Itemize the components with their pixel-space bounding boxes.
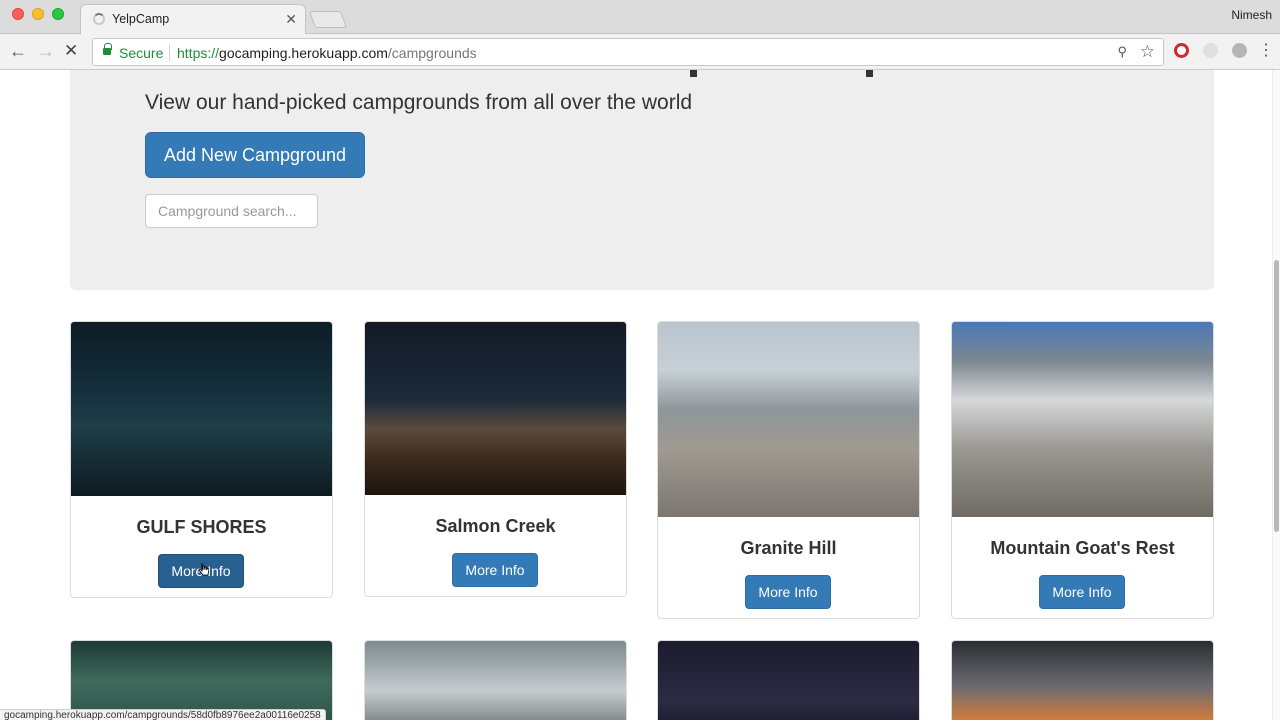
campground-card [364, 640, 627, 720]
browser-tab[interactable]: YelpCamp ✕ [80, 4, 306, 34]
url-scheme: https:// [177, 45, 220, 61]
forward-icon[interactable]: → [37, 41, 55, 62]
page-viewport: View our hand-picked campgrounds from al… [0, 70, 1272, 720]
lead-text: View our hand-picked campgrounds from al… [145, 91, 693, 114]
key-icon[interactable]: ⚲ [1117, 44, 1127, 60]
heading-fragment [866, 70, 873, 77]
campground-name: Salmon Creek [435, 516, 556, 536]
campground-card [951, 640, 1214, 720]
add-campground-button[interactable]: Add New Campground [145, 132, 365, 178]
star-icon[interactable]: ☆ [1140, 42, 1155, 62]
profile-name[interactable]: Nimesh [1231, 8, 1272, 22]
campground-image[interactable] [71, 322, 332, 496]
scrollbar-thumb[interactable] [1274, 260, 1279, 532]
page-scrollbar[interactable] [1272, 70, 1280, 720]
window-maximize-button[interactable] [52, 8, 64, 20]
url-host: gocamping.herokuapp.com [219, 45, 388, 61]
campground-name: Mountain Goat's Rest [990, 538, 1175, 558]
stop-icon[interactable]: ✕ [64, 41, 78, 61]
menu-icon[interactable]: ⋮ [1258, 40, 1274, 60]
secure-label: Secure [119, 45, 164, 61]
window-minimize-button[interactable] [32, 8, 44, 20]
campground-card [657, 640, 920, 720]
lock-icon [103, 43, 112, 55]
campground-card: GULF SHORES More Info [70, 321, 333, 598]
url-text[interactable]: https://gocamping.herokuapp.com/campgrou… [177, 45, 477, 61]
new-tab-button[interactable] [308, 11, 348, 28]
tab-strip: YelpCamp ✕ Nimesh [0, 0, 1280, 34]
loading-spinner-icon [93, 13, 105, 25]
campground-image[interactable] [952, 322, 1213, 517]
more-info-button[interactable]: More Info [745, 575, 831, 609]
campground-name: GULF SHORES [136, 517, 267, 537]
extension-icon[interactable] [1232, 43, 1247, 58]
tab-title: YelpCamp [112, 12, 170, 26]
campground-card: Mountain Goat's Rest More Info [951, 321, 1214, 619]
window-close-button[interactable] [12, 8, 24, 20]
opera-icon[interactable] [1174, 43, 1189, 58]
campground-image[interactable] [658, 641, 919, 720]
address-bar[interactable]: Secure https://gocamping.herokuapp.com/c… [92, 38, 1164, 66]
url-separator [169, 44, 170, 61]
more-info-button[interactable]: More Info [452, 553, 538, 587]
more-info-button[interactable]: More Info [1039, 575, 1125, 609]
url-path: /campgrounds [387, 45, 477, 61]
heading-fragment [690, 70, 697, 77]
campground-card: Salmon Creek More Info [364, 321, 627, 597]
browser-toolbar: ← → ✕ Secure https://gocamping.herokuapp… [0, 34, 1280, 70]
cursor-icon [199, 562, 209, 576]
campground-image[interactable] [952, 641, 1213, 720]
campground-card: Granite Hill More Info [657, 321, 920, 619]
campground-image[interactable] [658, 322, 919, 517]
status-bar-url: gocamping.herokuapp.com/campgrounds/58d0… [0, 709, 326, 721]
extension-icon[interactable] [1203, 43, 1218, 58]
back-icon[interactable]: ← [9, 41, 27, 62]
campground-name: Granite Hill [740, 538, 837, 558]
tab-close-icon[interactable]: ✕ [285, 11, 297, 28]
campground-image[interactable] [365, 641, 626, 720]
jumbotron: View our hand-picked campgrounds from al… [70, 70, 1214, 290]
search-input[interactable] [145, 194, 318, 228]
campground-image[interactable] [365, 322, 626, 495]
campground-card [70, 640, 333, 720]
